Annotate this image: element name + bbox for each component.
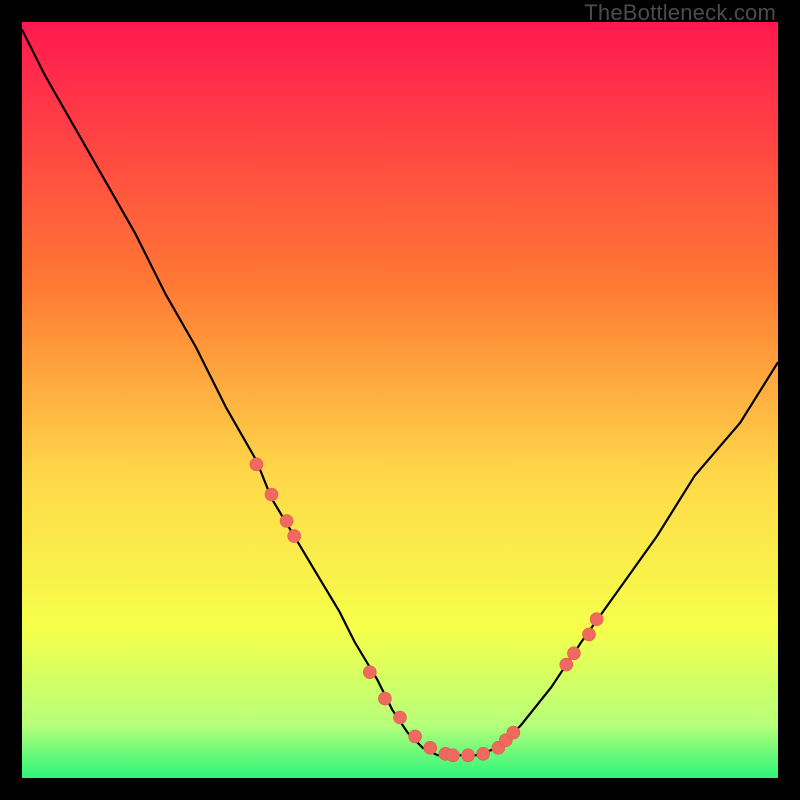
marker-point <box>409 730 422 743</box>
marker-point <box>378 692 391 705</box>
chart-frame: TheBottleneck.com <box>0 0 800 800</box>
marker-point <box>567 647 580 660</box>
marker-point <box>363 666 376 679</box>
marker-point <box>280 515 293 528</box>
marker-point <box>424 741 437 754</box>
marker-point <box>446 749 459 762</box>
plot-area <box>22 22 778 778</box>
gradient-background <box>22 22 778 778</box>
marker-point <box>265 488 278 501</box>
marker-point <box>590 613 603 626</box>
marker-point <box>583 628 596 641</box>
marker-point <box>560 658 573 671</box>
marker-point <box>507 726 520 739</box>
marker-point <box>250 458 263 471</box>
marker-point <box>394 711 407 724</box>
marker-point <box>288 530 301 543</box>
marker-point <box>462 749 475 762</box>
marker-point <box>477 747 490 760</box>
chart-svg <box>22 22 778 778</box>
